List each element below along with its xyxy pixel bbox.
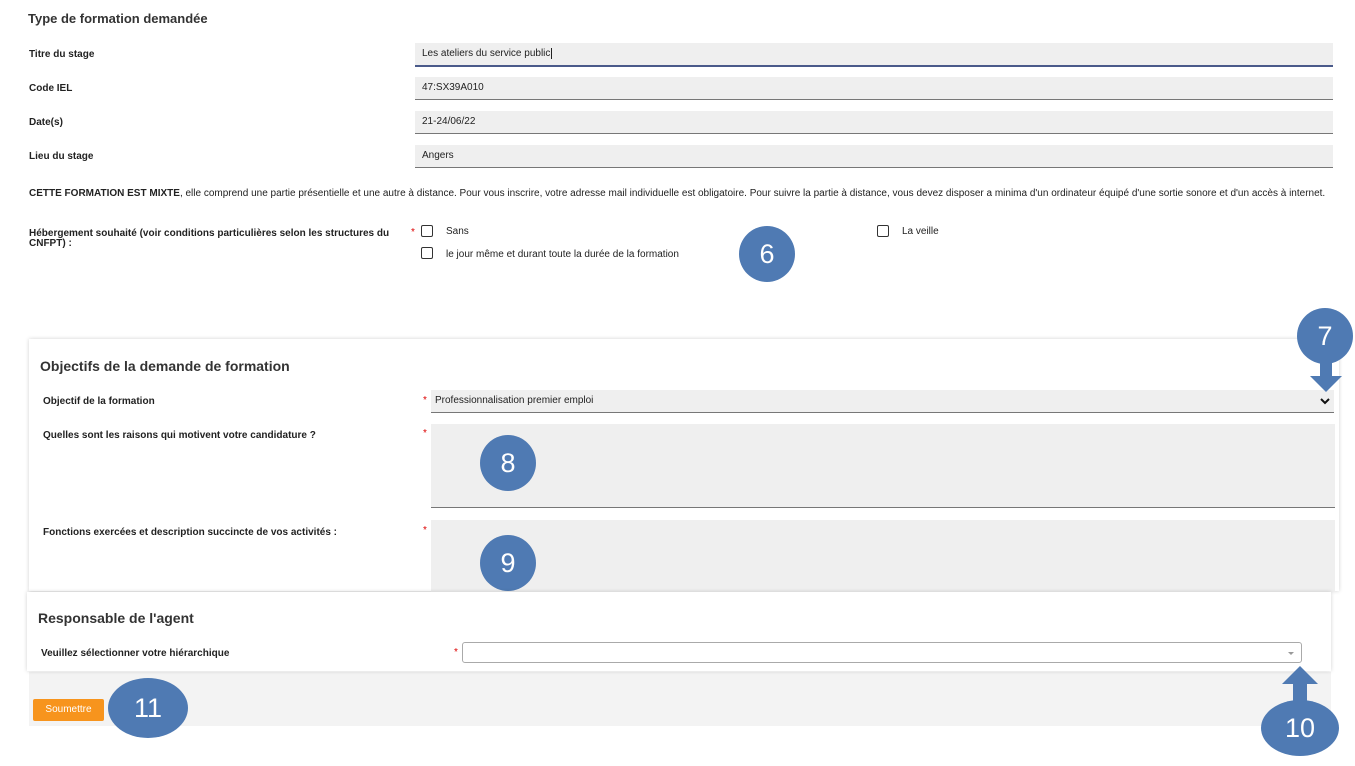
annotation-badge-10: 10 [1261,700,1339,756]
arrow-down-icon [1310,356,1342,392]
checkbox-sans[interactable] [421,225,433,237]
code-iel-value: 47:SX39A010 [422,82,484,93]
required-mark: * [411,227,415,238]
label-fonctions: Fonctions exercées et description succin… [43,527,337,538]
lieu-stage-field[interactable]: Angers [415,145,1333,168]
footer-bar [29,672,1331,726]
fonctions-textarea[interactable] [431,520,1335,592]
dates-field[interactable]: 21-24/06/22 [415,111,1333,134]
label-objectif-formation: Objectif de la formation [43,396,155,407]
titre-stage-field[interactable]: Les ateliers du service public​ [415,43,1333,67]
annotation-badge-6: 6 [739,226,795,282]
notice-bold: CETTE FORMATION EST MIXTE [29,188,180,199]
required-mark: * [423,428,427,439]
checkbox-la-veille[interactable] [877,225,889,237]
label-hierarchique: Veuillez sélectionner votre hiérarchique [41,648,230,659]
checkbox-jour-meme[interactable] [421,247,433,259]
label-dates: Date(s) [29,117,63,128]
label-jour-meme: le jour même et durant toute la durée de… [446,249,679,260]
dates-value: 21-24/06/22 [422,116,476,127]
text-cursor: ​ [551,48,553,59]
objectif-select[interactable]: Professionnalisation premier emploi [431,390,1334,413]
hierarchique-select[interactable] [462,642,1302,663]
titre-stage-value: Les ateliers du service public [422,48,551,59]
section-title-objectifs: Objectifs de la demande de formation [40,358,290,374]
formation-mixte-notice: CETTE FORMATION EST MIXTE, elle comprend… [29,188,1339,199]
section-title-responsable: Responsable de l'agent [38,610,194,626]
required-mark: * [423,395,427,406]
arrow-up-icon [1282,666,1318,704]
label-hebergement: Hébergement souhaité (voir conditions pa… [29,228,390,249]
notice-text: , elle comprend une partie présentielle … [179,188,1326,199]
submit-button[interactable]: Soumettre [33,699,104,721]
label-raisons: Quelles sont les raisons qui motivent vo… [43,430,316,441]
required-mark: * [423,525,427,536]
required-mark: * [454,647,458,658]
dropdown-arrow-icon[interactable] [1287,651,1295,657]
raisons-textarea[interactable] [431,424,1335,508]
label-lieu-stage: Lieu du stage [29,151,94,162]
label-code-iel: Code IEL [29,83,73,94]
section-title-type-formation: Type de formation demandée [28,11,208,26]
label-titre-stage: Titre du stage [29,49,95,60]
annotation-badge-11: 11 [108,678,188,738]
annotation-badge-8: 8 [480,435,536,491]
code-iel-field[interactable]: 47:SX39A010 [415,77,1333,100]
label-sans: Sans [446,226,469,237]
annotation-badge-9: 9 [480,535,536,591]
chevron-down-icon[interactable] [1319,397,1331,407]
lieu-stage-value: Angers [422,150,454,161]
label-la-veille: La veille [902,226,939,237]
objectif-selected-value: Professionnalisation premier emploi [435,395,594,406]
